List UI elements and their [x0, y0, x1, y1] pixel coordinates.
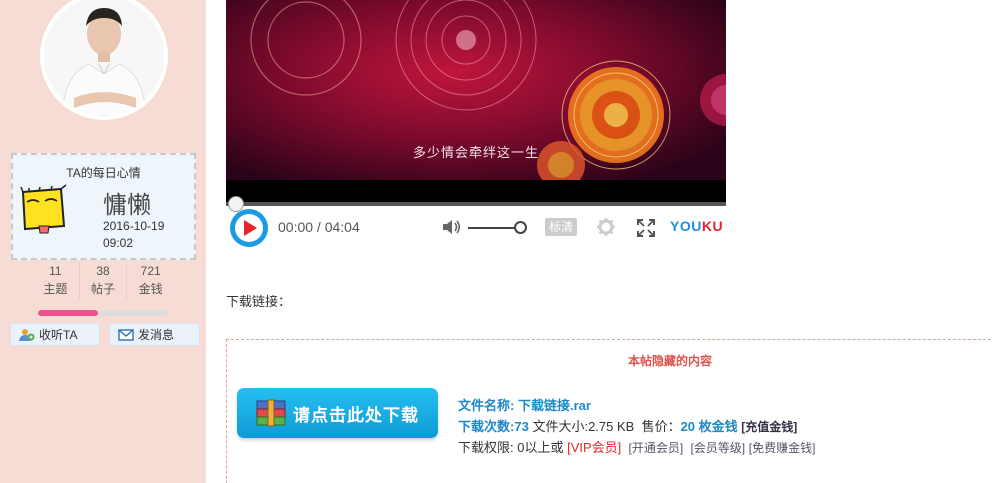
- youku-logo-text-2: KU: [701, 218, 724, 234]
- stat-posts[interactable]: 38 帖子: [80, 262, 128, 300]
- envelope-icon: [118, 328, 134, 342]
- send-message-button[interactable]: 发消息: [109, 323, 200, 346]
- youku-logo[interactable]: YOUKU: [670, 218, 723, 234]
- file-size: 2.75 KB: [588, 419, 635, 434]
- stat-money[interactable]: 721 金钱: [127, 262, 174, 300]
- video-controls: 00:00 / 04:04 标清 YOUKU: [226, 206, 726, 248]
- level-progress-fill: [38, 310, 98, 316]
- vip-link[interactable]: [VIP会员]: [567, 440, 621, 455]
- quality-button[interactable]: 标清: [545, 218, 577, 236]
- price-label: 售价：: [641, 419, 681, 434]
- download-button[interactable]: 请点击此处下载: [237, 388, 438, 438]
- recharge-link[interactable]: [充值金钱]: [741, 420, 797, 434]
- earn-money-link[interactable]: [免费赚金钱]: [749, 441, 816, 455]
- mood-time: 09:02: [103, 236, 134, 250]
- follow-label: 收听TA: [39, 328, 78, 342]
- download-count: 73: [514, 419, 529, 434]
- stat-label: 主题: [43, 282, 68, 296]
- stat-label: 金钱: [138, 282, 163, 296]
- follow-button[interactable]: 收听TA: [10, 323, 100, 346]
- mood-timestamp: 2016-10-19 09:02: [103, 218, 164, 252]
- mood-title: TA的每日心情: [66, 166, 141, 180]
- settings-button[interactable]: [596, 217, 616, 240]
- fullscreen-icon: [637, 219, 655, 237]
- stat-label: 帖子: [91, 282, 116, 296]
- member-level-link[interactable]: [会员等级]: [690, 441, 745, 455]
- daily-mood-box: TA的每日心情 慵懒 2016-10-19 09:02: [11, 153, 196, 260]
- video-time: 00:00 / 04:04: [278, 219, 360, 235]
- level-progress-bar: [38, 310, 168, 316]
- speaker-icon: [443, 220, 461, 234]
- send-message-label: 发消息: [138, 328, 175, 342]
- file-name-line: 文件名称: 下载链接.rar: [458, 395, 591, 414]
- download-button-label: 请点击此处下载: [293, 406, 419, 425]
- play-button[interactable]: [229, 208, 269, 251]
- volume-button[interactable]: [441, 218, 461, 239]
- permission-line: 下载权限: 0以上或 [VIP会员] [开通会员] [会员等级] [免费赚金钱]: [458, 437, 815, 456]
- fullscreen-button[interactable]: [636, 218, 656, 241]
- file-name[interactable]: 下载链接.rar: [518, 398, 591, 413]
- download-link-label: 下载链接：: [226, 294, 292, 309]
- gear-icon: [597, 218, 615, 236]
- follow-users-icon: [19, 328, 35, 342]
- avatar[interactable]: [44, 0, 164, 116]
- mood-date: 2016-10-19: [103, 219, 165, 233]
- download-count-label: 下载次数:: [458, 419, 515, 434]
- avatar-frame: [40, 0, 168, 120]
- video-letterbox: [226, 180, 726, 202]
- stat-value: 11: [49, 264, 62, 278]
- lazy-mood-icon: [19, 184, 69, 236]
- mood-word: 慵懒: [103, 191, 151, 219]
- volume-track[interactable]: [468, 227, 520, 229]
- stat-value: 38: [96, 264, 110, 278]
- price-value: 20 枚金钱: [680, 419, 738, 434]
- play-icon: [230, 209, 268, 247]
- file-size-label: 文件大小:: [532, 419, 589, 434]
- video-frame[interactable]: 多少情会牵绊这一生: [226, 0, 726, 180]
- rar-archive-icon: [255, 399, 287, 427]
- stat-topics[interactable]: 11 主题: [32, 262, 80, 300]
- video-subtitle: 多少情会牵绊这一生: [412, 145, 539, 160]
- hidden-content-title: 本帖隐藏的内容: [627, 354, 712, 368]
- permission-value: 0以上或: [517, 440, 564, 455]
- youku-logo-text-1: YOU: [670, 218, 702, 234]
- volume-handle[interactable]: [514, 221, 527, 234]
- user-stats: 11 主题 38 帖子 721 金钱: [32, 262, 174, 300]
- open-membership-link[interactable]: [开通会员]: [629, 441, 684, 455]
- stat-value: 721: [140, 264, 161, 278]
- permission-label: 下载权限:: [458, 440, 514, 455]
- user-sidebar: TA的每日心情 慵懒 2016-10-19 09:02 11 主题 38 帖子 …: [0, 0, 206, 483]
- file-stats-line: 下载次数:73 文件大小:2.75 KB 售价：20 枚金钱 [充值金钱]: [458, 416, 797, 435]
- file-name-label: 文件名称:: [458, 398, 515, 413]
